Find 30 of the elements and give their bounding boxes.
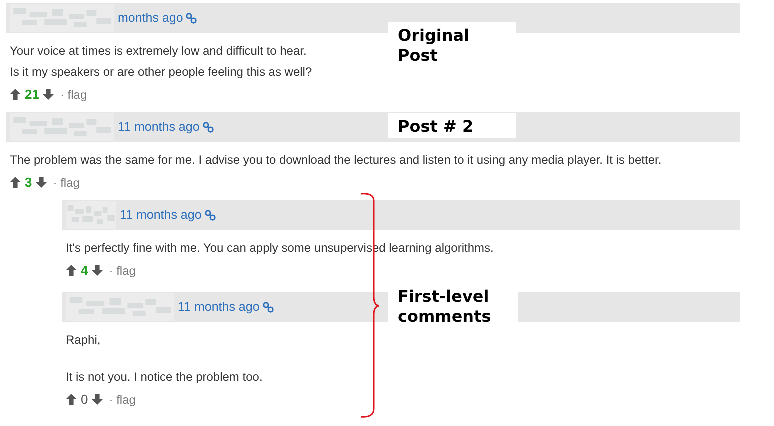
post-text: Is it my speakers or are other people feeling this as well? <box>10 64 312 81</box>
vote-count: 0 <box>81 392 88 407</box>
timestamp-link[interactable]: 11 months ago <box>120 208 202 222</box>
upvote-icon[interactable] <box>10 177 21 188</box>
comment-text: It is not you. I notice the problem too. <box>66 369 263 386</box>
vote-count: 3 <box>25 175 32 190</box>
link-icon[interactable] <box>262 302 274 312</box>
post-text: The problem was the same for me. I advise you to download the lectures and listen to it using any media player. It is better. <box>10 152 662 169</box>
timestamp-link[interactable]: months ago <box>118 11 184 25</box>
post-text: Your voice at times is extremely low and difficult to hear. <box>10 43 307 60</box>
vote-count: 4 <box>81 263 88 278</box>
downvote-icon[interactable] <box>92 394 104 405</box>
link-icon[interactable] <box>204 210 216 220</box>
flag-link[interactable]: · flag <box>53 176 80 190</box>
flag-link[interactable]: · flag <box>109 264 136 278</box>
comment-text: Raphi, <box>66 332 101 349</box>
flag-link[interactable]: · flag <box>109 392 136 406</box>
upvote-icon[interactable] <box>66 394 77 405</box>
upvote-icon[interactable] <box>66 265 77 276</box>
downvote-icon[interactable] <box>36 177 48 188</box>
upvote-icon[interactable] <box>10 89 21 100</box>
link-icon[interactable] <box>186 12 198 24</box>
annotation-label: Post # 2 <box>388 113 516 138</box>
timestamp-link[interactable]: 11 months ago <box>178 300 260 314</box>
link-icon[interactable] <box>202 122 214 132</box>
flag-link[interactable]: · flag <box>60 88 88 102</box>
downvote-icon[interactable] <box>43 89 54 100</box>
vote-count: 21 <box>25 87 40 102</box>
timestamp-link[interactable]: 11 months ago <box>118 120 200 134</box>
downvote-icon[interactable] <box>92 265 104 276</box>
